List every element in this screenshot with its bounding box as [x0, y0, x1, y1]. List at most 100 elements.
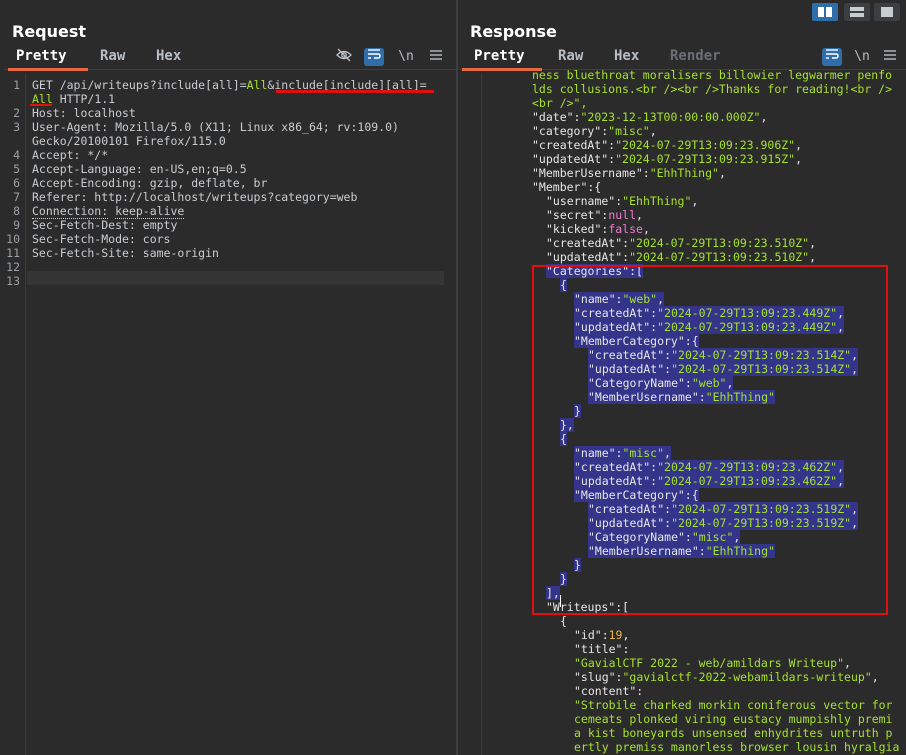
- tab-hex[interactable]: Hex: [156, 48, 181, 64]
- tab-hex[interactable]: Hex: [614, 48, 639, 64]
- layout-horizontal-icon[interactable]: [844, 3, 870, 21]
- newline-icon[interactable]: \n: [396, 48, 416, 66]
- line-number: 2: [13, 106, 20, 120]
- request-editor[interactable]: 1 2 3 4 5 6 7 8 9 10 11 12 13 GET /api/w…: [0, 74, 456, 755]
- json-token: {: [560, 614, 567, 628]
- line-number: 10: [6, 232, 20, 246]
- json-token: "2024-07-29T13:09:23.510Z": [629, 250, 810, 264]
- red-box-annotation: [532, 265, 888, 615]
- line-number: 13: [6, 274, 20, 288]
- json-line: "Strobile charked morkin coniferous vect…: [574, 698, 893, 712]
- json-token: ,: [636, 208, 643, 222]
- json-token: "title":: [574, 642, 630, 656]
- layout-single-icon[interactable]: [874, 3, 900, 21]
- json-token: ,: [718, 166, 726, 180]
- json-line: "title":: [574, 642, 629, 656]
- json-token: "Strobile charked morkin coniferous vect…: [574, 698, 893, 712]
- json-token: "2023-12-13T00:00:00.000Z": [580, 110, 761, 124]
- tab-pretty[interactable]: Pretty: [16, 48, 67, 64]
- json-line: "updatedAt":"2024-07-29T13:09:23.915Z",: [532, 152, 802, 166]
- request-title: Request: [12, 22, 87, 41]
- json-token: cemeats plonked viring eustacy mumpishly…: [574, 712, 893, 726]
- header-sec-fetch-dest: Sec-Fetch-Dest: empty: [32, 218, 178, 232]
- line-number: 3: [13, 120, 20, 134]
- line-number: 6: [13, 176, 20, 190]
- json-line: ertly premiss manorless browser lousin h…: [574, 740, 899, 754]
- header-connection-value: keep-alive: [115, 204, 185, 219]
- json-line: "updatedAt":"2024-07-29T13:09:23.510Z",: [546, 250, 816, 264]
- tab-raw[interactable]: Raw: [100, 48, 125, 64]
- json-line: {: [560, 614, 567, 628]
- json-token: ,: [649, 124, 657, 138]
- header-connection: Connection: keep-alive: [32, 204, 185, 219]
- response-panel: Response Pretty Raw Hex Render \n ness b…: [458, 0, 906, 755]
- json-line: "kicked":false,: [546, 222, 650, 236]
- json-token: null: [608, 208, 637, 222]
- json-token: "gavialctf-2022-webamildars-writeup": [622, 670, 872, 684]
- json-token: "2024-07-29T13:09:23.915Z": [615, 152, 796, 166]
- json-token: "createdAt":: [546, 236, 630, 250]
- json-line: "slug":"gavialctf-2022-webamildars-write…: [574, 670, 879, 684]
- json-token: ,: [622, 628, 630, 642]
- header-accept: Accept: */*: [32, 148, 109, 162]
- hamburger-menu-icon[interactable]: [880, 48, 900, 66]
- json-line: a kist boneyards unsensed enhydrites unt…: [574, 726, 893, 740]
- response-title: Response: [470, 22, 557, 41]
- text-cursor: [560, 595, 561, 607]
- json-token: "EhhThing": [622, 194, 692, 208]
- line-number: 5: [13, 162, 20, 176]
- eye-off-icon[interactable]: [334, 48, 354, 66]
- active-tab-underline: [8, 68, 88, 71]
- wrap-icon[interactable]: [364, 48, 384, 66]
- current-line-highlight: [27, 271, 444, 285]
- tab-pretty[interactable]: Pretty: [474, 48, 525, 64]
- json-token: "Member":{: [532, 180, 602, 194]
- json-token: ,: [795, 138, 803, 152]
- json-token: ,: [871, 670, 879, 684]
- line-number: 1: [13, 78, 20, 92]
- json-token: a kist boneyards unsensed enhydrites unt…: [574, 726, 893, 740]
- header-host: Host: localhost: [32, 106, 136, 120]
- json-token: "username":: [546, 194, 623, 208]
- newline-icon[interactable]: \n: [852, 48, 872, 66]
- header-sec-fetch-mode: Sec-Fetch-Mode: cors: [32, 232, 171, 246]
- line-number: 12: [6, 260, 20, 274]
- header-accept-language: Accept-Language: en-US,en;q=0.5: [32, 162, 247, 176]
- json-token: ,: [809, 250, 817, 264]
- red-underline-annotation: [276, 90, 434, 93]
- line-number: 7: [13, 190, 20, 204]
- json-token: ,: [691, 194, 699, 208]
- json-token: ,: [642, 222, 650, 236]
- red-underline-annotation: [30, 104, 52, 106]
- json-token: "id":: [574, 628, 609, 642]
- hamburger-menu-icon[interactable]: [426, 48, 446, 66]
- header-connection-key: Connection:: [32, 204, 109, 219]
- json-line: "createdAt":"2024-07-29T13:09:23.510Z",: [546, 236, 816, 250]
- header-referer: Referer: http://localhost/writeups?categ…: [32, 190, 358, 204]
- line-number: 9: [13, 218, 20, 232]
- active-tab-underline: [462, 68, 542, 71]
- header-user-agent: User-Agent: Mozilla/5.0 (X11; Linux x86_…: [32, 120, 399, 134]
- json-line: "date":"2023-12-13T00:00:00.000Z",: [532, 110, 767, 124]
- json-token: <br />",: [532, 96, 588, 110]
- json-token: ness bluethroat moralisers billowier leg…: [532, 68, 893, 82]
- json-token: "GavialCTF 2022 - web/amildars Writeup": [574, 656, 845, 670]
- json-token: lds collusions.<br /><br />Thanks for re…: [532, 82, 893, 96]
- response-editor[interactable]: ness bluethroat moralisers billowier leg…: [458, 68, 906, 755]
- json-token: "EhhThing": [649, 166, 719, 180]
- json-token: "slug":: [574, 670, 623, 684]
- json-token: "content":: [574, 684, 644, 698]
- wrap-icon[interactable]: [822, 48, 842, 66]
- layout-split-icon[interactable]: [812, 3, 838, 21]
- json-line: "GavialCTF 2022 - web/amildars Writeup",: [574, 656, 851, 670]
- tab-raw[interactable]: Raw: [558, 48, 583, 64]
- json-line: <br />",: [532, 96, 587, 110]
- json-token: "category":: [532, 124, 609, 138]
- request-path: GET /api/writeups?include[all]=: [32, 78, 247, 92]
- header-sec-fetch-site: Sec-Fetch-Site: same-origin: [32, 246, 219, 260]
- json-line: "content":: [574, 684, 643, 698]
- json-token: "secret":: [546, 208, 609, 222]
- json-token: "misc": [608, 124, 650, 138]
- request-panel: Request Pretty Raw Hex \n 1 2 3 4 5 6 7 …: [0, 0, 456, 755]
- json-line: "category":"misc",: [532, 124, 657, 138]
